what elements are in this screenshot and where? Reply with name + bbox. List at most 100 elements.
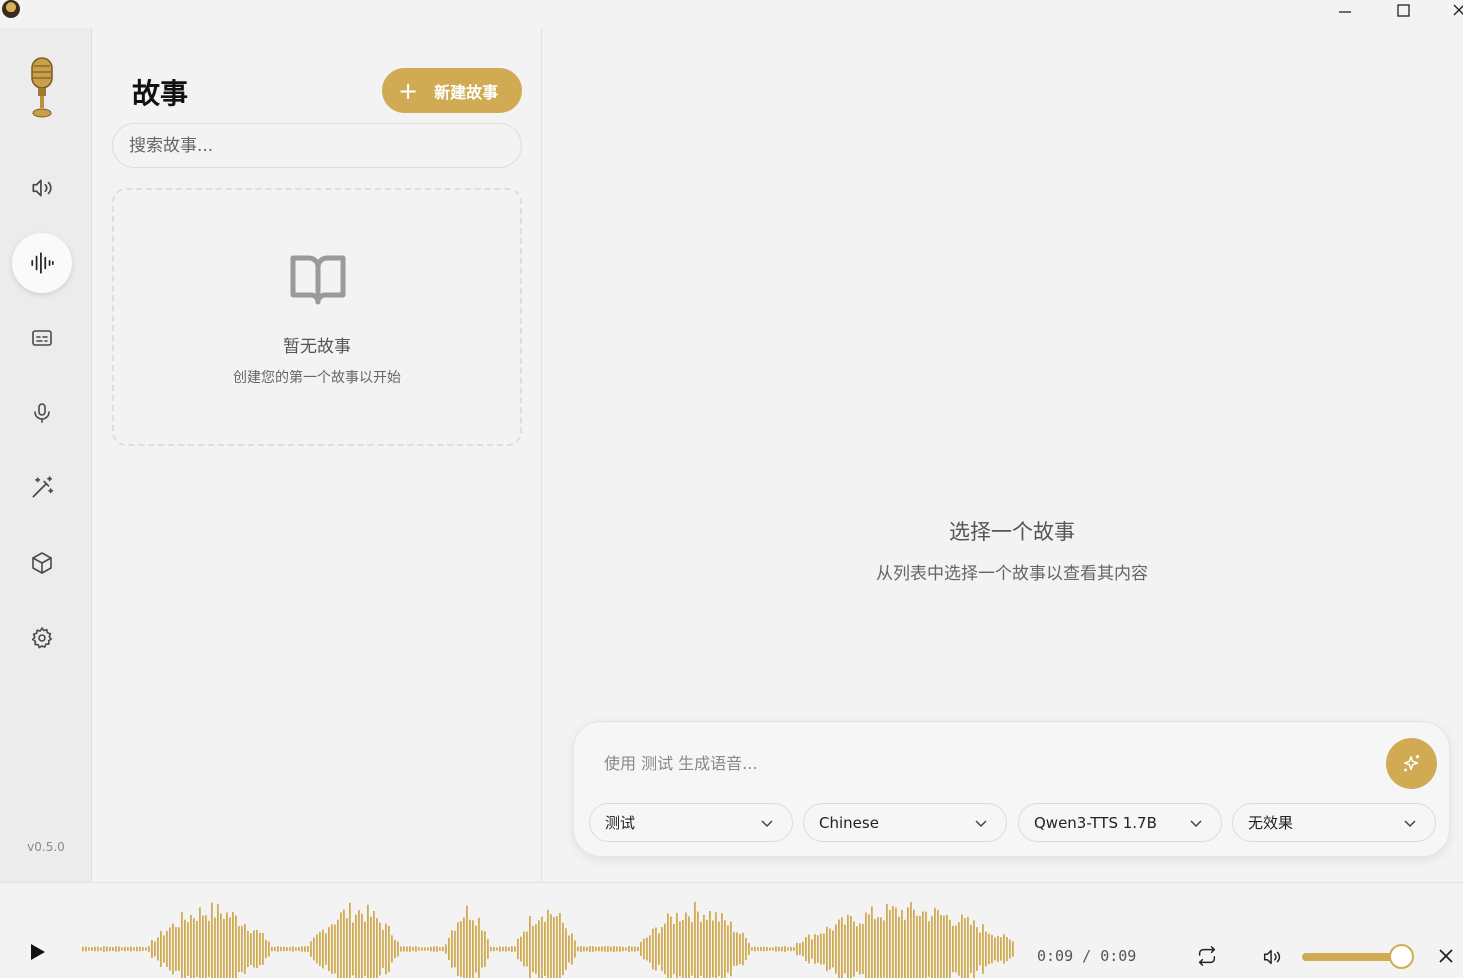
generate-text-input[interactable]: 使用 测试 生成语音... [604,750,757,774]
waveform-bar [436,946,438,952]
waveform-bar [292,946,294,952]
waveform-bar [112,947,114,951]
voice-select[interactable]: 测试 [589,803,793,842]
audio-player: 0:09 / 0:09 [0,882,1463,978]
waveform-bar [406,946,408,952]
waveform-bar [673,924,675,974]
waveform-bar [376,918,378,978]
nav-effects[interactable] [12,458,72,518]
waveform-bar [835,924,837,974]
volume-slider[interactable] [1302,953,1402,961]
waveform-bar [706,919,708,978]
search-input[interactable] [112,123,522,168]
waveform-bar [259,932,261,966]
waveform-bar [745,937,747,961]
waveform-bar [517,938,519,960]
waveform-bar [445,944,447,954]
magic-wand-icon [32,476,54,498]
waveform-bar [250,932,252,966]
waveform-bar [514,946,516,952]
chevron-down-icon [1404,820,1416,828]
waveform-bar [631,946,633,952]
waveform-bar [949,919,951,978]
nav-captions[interactable] [12,308,72,368]
generate-button[interactable] [1386,738,1437,789]
waveform-bar [148,946,150,952]
waveform-bar [976,927,978,971]
maximize-button[interactable] [1380,0,1426,20]
nav-speaker[interactable] [12,158,72,218]
waveform-bar [232,911,234,978]
waveform-bar [475,925,477,973]
nav-models[interactable] [12,533,72,593]
nav-settings[interactable] [12,608,72,668]
waveform-bar [781,946,783,952]
waveform-seekbar[interactable] [80,895,1020,978]
waveform-bar [571,933,573,965]
waveform-bar [196,920,198,978]
waveform-bar [124,946,126,952]
waveform-bar [808,934,810,964]
close-window-button[interactable] [1436,0,1463,20]
volume-icon[interactable] [1261,946,1283,968]
waveform-icon [31,252,54,274]
waveform-bar [466,905,468,978]
play-icon[interactable] [26,941,48,963]
model-select[interactable]: Qwen3-TTS 1.7B [1018,803,1222,842]
plus-icon: + [398,76,419,105]
waveform-bar [496,947,498,951]
waveform-bar [136,946,138,952]
waveform-bar [400,946,402,952]
waveform-bar [721,913,723,978]
chevron-down-icon [975,820,987,828]
volume-slider-handle[interactable] [1389,944,1414,969]
waveform-bar [430,946,432,952]
waveform-bar [1012,941,1014,957]
waveform-bar [304,946,306,952]
new-story-button[interactable]: + 新建故事 [382,68,522,113]
waveform-bar [268,941,270,957]
app-window: v0.5.0 故事 + 新建故事 暂无故事 创建您的第一个故事以开始 选择一个故… [0,0,1463,978]
waveform-bar [856,926,858,972]
repeat-icon[interactable] [1196,945,1218,967]
waveform-bar [811,939,813,959]
waveform-bar [127,947,129,951]
waveform-bar [799,943,801,955]
language-select[interactable]: Chinese [803,803,1007,842]
waveform-bar [367,904,369,978]
waveform-bar [271,946,273,952]
waveform-bar [1000,937,1002,961]
waveform-bar [592,946,594,952]
waveform-bar [403,946,405,952]
waveform-bar [685,912,687,978]
waveform-bar [712,920,714,978]
waveform-bar [190,915,192,978]
minimize-button[interactable] [1322,0,1368,20]
waveform-bar [865,912,867,978]
waveform-bar [334,924,336,974]
gear-icon [31,627,52,649]
waveform-bar [820,933,822,965]
waveform-bar [823,933,825,965]
waveform-bar [928,921,930,977]
waveform-bar [382,929,384,969]
waveform-bar [742,932,744,966]
close-player-icon[interactable] [1439,949,1453,963]
waveform-bar [226,912,228,978]
waveform-bar [907,907,909,978]
waveform-bar [568,935,570,963]
waveform-bar [850,915,852,978]
waveform-bar [628,946,630,952]
waveform-bar [322,929,324,969]
nav-voices[interactable] [12,233,72,293]
waveform-bar [154,941,156,957]
effect-select[interactable]: 无效果 [1232,803,1436,842]
waveform-bar [418,947,420,951]
waveform-bar [544,921,546,977]
waveform-bar [919,915,921,978]
waveform-bar [838,919,840,978]
waveform-bar [160,931,162,967]
waveform-bar [580,946,582,952]
nav-record[interactable] [12,383,72,443]
waveform-bar [142,947,144,951]
